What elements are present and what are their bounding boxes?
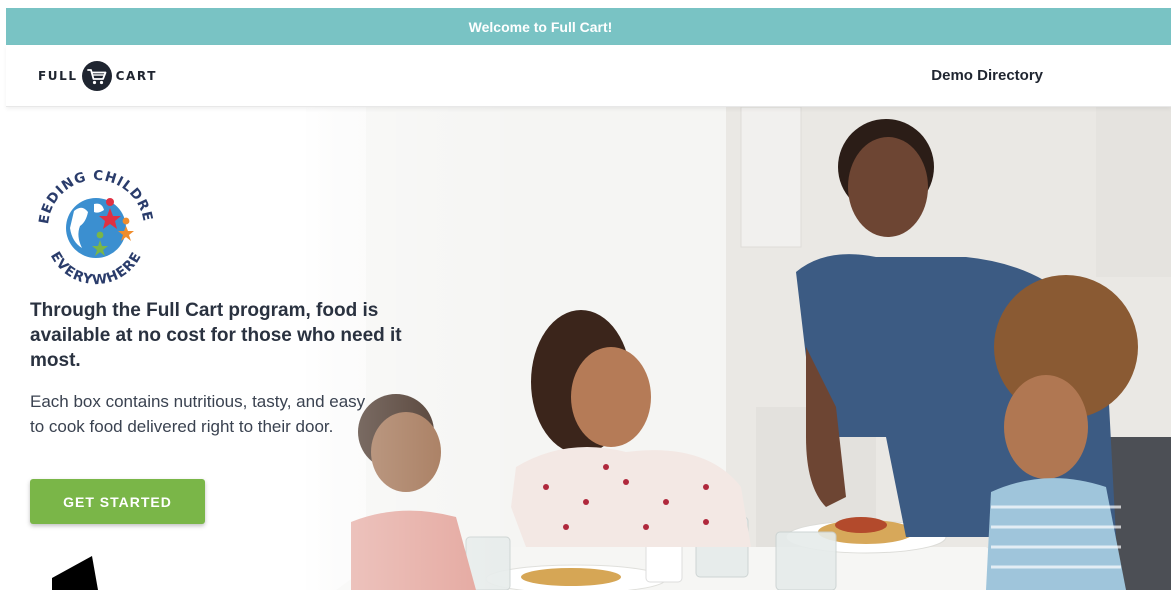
shopping-cart-icon	[81, 61, 112, 91]
get-started-button[interactable]: GET STARTED	[30, 479, 205, 524]
feeding-children-everywhere-badge: FEEDING CHILDREN EVERYWHERE	[30, 156, 155, 286]
demo-directory-link[interactable]: Demo Directory	[931, 67, 1043, 84]
welcome-banner: Welcome to Full Cart!	[6, 8, 1171, 45]
full-cart-logo[interactable]: FULL CART	[38, 59, 157, 93]
mouse-pointer-icon	[52, 556, 98, 590]
hero-description: Each box contains nutritious, tasty, and…	[30, 392, 366, 436]
top-navbar: FULL CART Demo Directory	[6, 45, 1171, 107]
hero-headline: Through the Full Cart program, food is a…	[30, 300, 402, 371]
welcome-banner-text: Welcome to Full Cart!	[468, 18, 613, 35]
logo-word-cart: CART	[115, 69, 158, 83]
logo-word-full: FULL	[38, 69, 78, 83]
